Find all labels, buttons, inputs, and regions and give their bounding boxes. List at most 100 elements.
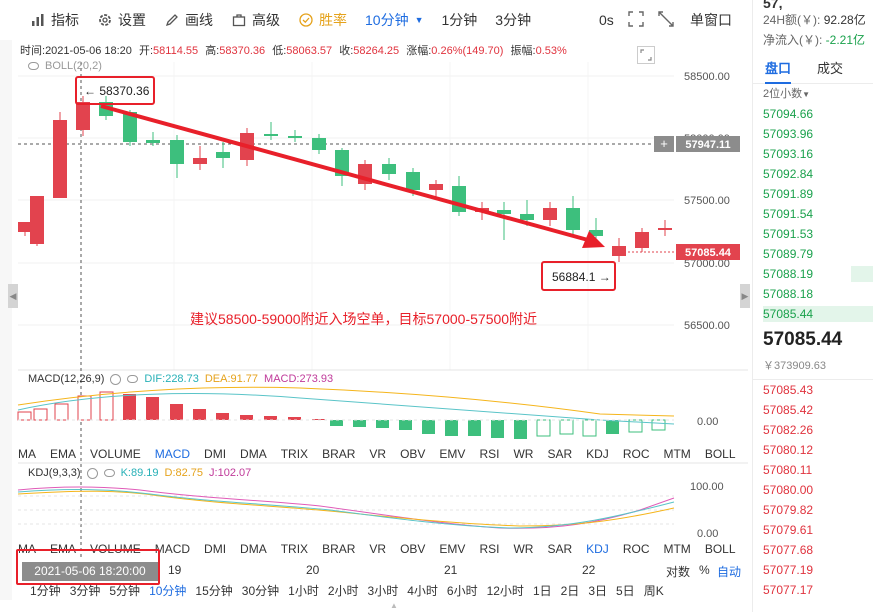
indicator-tab[interactable]: RSI [479, 447, 499, 461]
kdj-j-line [17, 486, 675, 529]
bid-price[interactable]: 57077.17 [753, 580, 873, 600]
bid-price[interactable]: 57077.68 [753, 540, 873, 560]
period-option[interactable]: 5日 [616, 582, 635, 599]
gear-icon[interactable] [110, 373, 122, 385]
candlestick [358, 160, 372, 190]
indicator-tab[interactable]: EMA [50, 447, 76, 461]
high-marker-text: ← 58370.36 [84, 84, 150, 98]
bid-price[interactable]: 57080.11 [753, 460, 873, 480]
bid-price[interactable]: 57085.43 [753, 380, 873, 400]
bid-price[interactable]: 57079.82 [753, 500, 873, 520]
high-annotation: ← 58370.36 [75, 76, 155, 105]
ask-row[interactable]: 57092.84 [753, 164, 873, 184]
tab-trades[interactable]: 成交 [817, 58, 843, 83]
indicator-tab[interactable]: OBV [400, 447, 425, 461]
indicator-tab[interactable]: MACD [155, 447, 190, 461]
ask-row[interactable]: 57093.96 [753, 124, 873, 144]
period-option[interactable]: 30分钟 [242, 582, 279, 599]
decimals-select[interactable]: 2位小数▼ [753, 84, 873, 104]
indicator-tab[interactable]: VR [369, 447, 386, 461]
indicator-tab[interactable]: DMA [240, 447, 267, 461]
eye-icon[interactable] [28, 62, 39, 70]
ask-row[interactable]: 57088.19 [753, 264, 873, 284]
indicator-tab[interactable]: RSI [479, 542, 499, 556]
bid-price[interactable]: 57080.12 [753, 440, 873, 460]
period-option[interactable]: 15分钟 [195, 582, 232, 599]
period-option[interactable]: 3小时 [368, 582, 399, 599]
indicator-tab[interactable]: ROC [623, 542, 650, 556]
indicator-tab[interactable]: MTM [663, 447, 690, 461]
period-option[interactable]: 1小时 [288, 582, 319, 599]
kdj-k-line [17, 489, 675, 529]
period-option[interactable]: 3分钟 [70, 582, 101, 599]
indicator-tab[interactable]: DMI [204, 542, 226, 556]
ask-price: 57088.19 [763, 267, 814, 281]
period-option[interactable]: 1日 [533, 582, 552, 599]
indicator-tab[interactable]: BOLL [705, 447, 736, 461]
kdj-d-value: D:82.75 [164, 467, 204, 479]
period-option[interactable]: 10分钟 [149, 582, 186, 599]
period-option[interactable]: 3日 [588, 582, 607, 599]
expand-up-icon[interactable]: ▲ [390, 601, 404, 610]
indicator-tab[interactable]: TRIX [281, 447, 308, 461]
macd-bar [216, 413, 229, 420]
eye-icon[interactable] [127, 375, 139, 383]
indicator-tab[interactable]: DMA [240, 542, 267, 556]
ask-row[interactable]: 57089.79 [753, 244, 873, 264]
indicator-tab[interactable]: KDJ [586, 542, 609, 556]
candle-body [543, 208, 557, 220]
gear-icon[interactable] [86, 467, 98, 479]
indicator-tab[interactable]: MTM [663, 542, 690, 556]
tab-orderbook[interactable]: 盘口 [765, 58, 792, 84]
indicator-tab[interactable]: WR [513, 447, 533, 461]
bid-price[interactable]: 57085.42 [753, 400, 873, 420]
expand-pane-button[interactable] [637, 46, 655, 64]
indicator-tab[interactable]: MA [18, 447, 36, 461]
period-option[interactable]: 12小时 [487, 582, 524, 599]
ask-row[interactable]: 57085.44 [753, 304, 873, 324]
indicator-tab[interactable]: MACD [155, 542, 190, 556]
indicator-tab[interactable]: WR [513, 542, 533, 556]
indicator-tab[interactable]: KDJ [586, 447, 609, 461]
period-option[interactable]: 2日 [561, 582, 580, 599]
indicator-tab[interactable]: OBV [400, 542, 425, 556]
indicator-tab[interactable]: BRAR [322, 542, 355, 556]
indicator-tab[interactable]: TRIX [281, 542, 308, 556]
macd-bar [651, 419, 666, 431]
bid-price[interactable]: 57079.61 [753, 520, 873, 540]
period-option[interactable]: 6小时 [447, 582, 478, 599]
indicator-tab[interactable]: EMV [439, 542, 465, 556]
eye-icon[interactable] [103, 469, 115, 477]
period-option[interactable]: 4小时 [407, 582, 438, 599]
indicator-tab[interactable]: DMI [204, 447, 226, 461]
candle-body [452, 186, 466, 212]
bid-price[interactable]: 57080.00 [753, 480, 873, 500]
log-scale-toggle[interactable]: 对数 [666, 563, 690, 580]
ask-row[interactable]: 57091.53 [753, 224, 873, 244]
indicator-tab[interactable]: BRAR [322, 447, 355, 461]
indicator-tab[interactable]: ROC [623, 447, 650, 461]
period-option[interactable]: 5分钟 [109, 582, 140, 599]
period-option[interactable]: 周K [644, 582, 664, 599]
indicator-tab[interactable]: BOLL [705, 542, 736, 556]
auto-scale-toggle[interactable]: 自动 [717, 563, 741, 580]
ask-row[interactable]: 57088.18 [753, 284, 873, 304]
crosshair-plus-icon[interactable]: + [660, 136, 668, 151]
indicator-tab[interactable]: EMV [439, 447, 465, 461]
period-option[interactable]: 1分钟 [30, 582, 61, 599]
ask-row[interactable]: 57091.89 [753, 184, 873, 204]
boll-legend-label: BOLL(20,2) [45, 60, 102, 72]
indicator-tab[interactable]: SAR [547, 447, 572, 461]
bid-price[interactable]: 57082.26 [753, 420, 873, 440]
indicator-tab[interactable]: VR [369, 542, 386, 556]
period-option[interactable]: 2小时 [328, 582, 359, 599]
percent-scale-toggle[interactable]: % [699, 563, 710, 577]
ask-row[interactable]: 57093.16 [753, 144, 873, 164]
ask-row[interactable]: 57094.66 [753, 104, 873, 124]
chart-canvas[interactable]: 58500.00 58000.00 57500.00 57000.00 5650… [0, 0, 750, 612]
indicator-tab[interactable]: SAR [547, 542, 572, 556]
bid-price[interactable]: 57077.19 [753, 560, 873, 580]
indicator-tab[interactable]: VOLUME [90, 447, 141, 461]
trade-advice-text: 建议58500-59000附近入场空单，目标57000-57500附近 [190, 311, 537, 327]
ask-row[interactable]: 57091.54 [753, 204, 873, 224]
